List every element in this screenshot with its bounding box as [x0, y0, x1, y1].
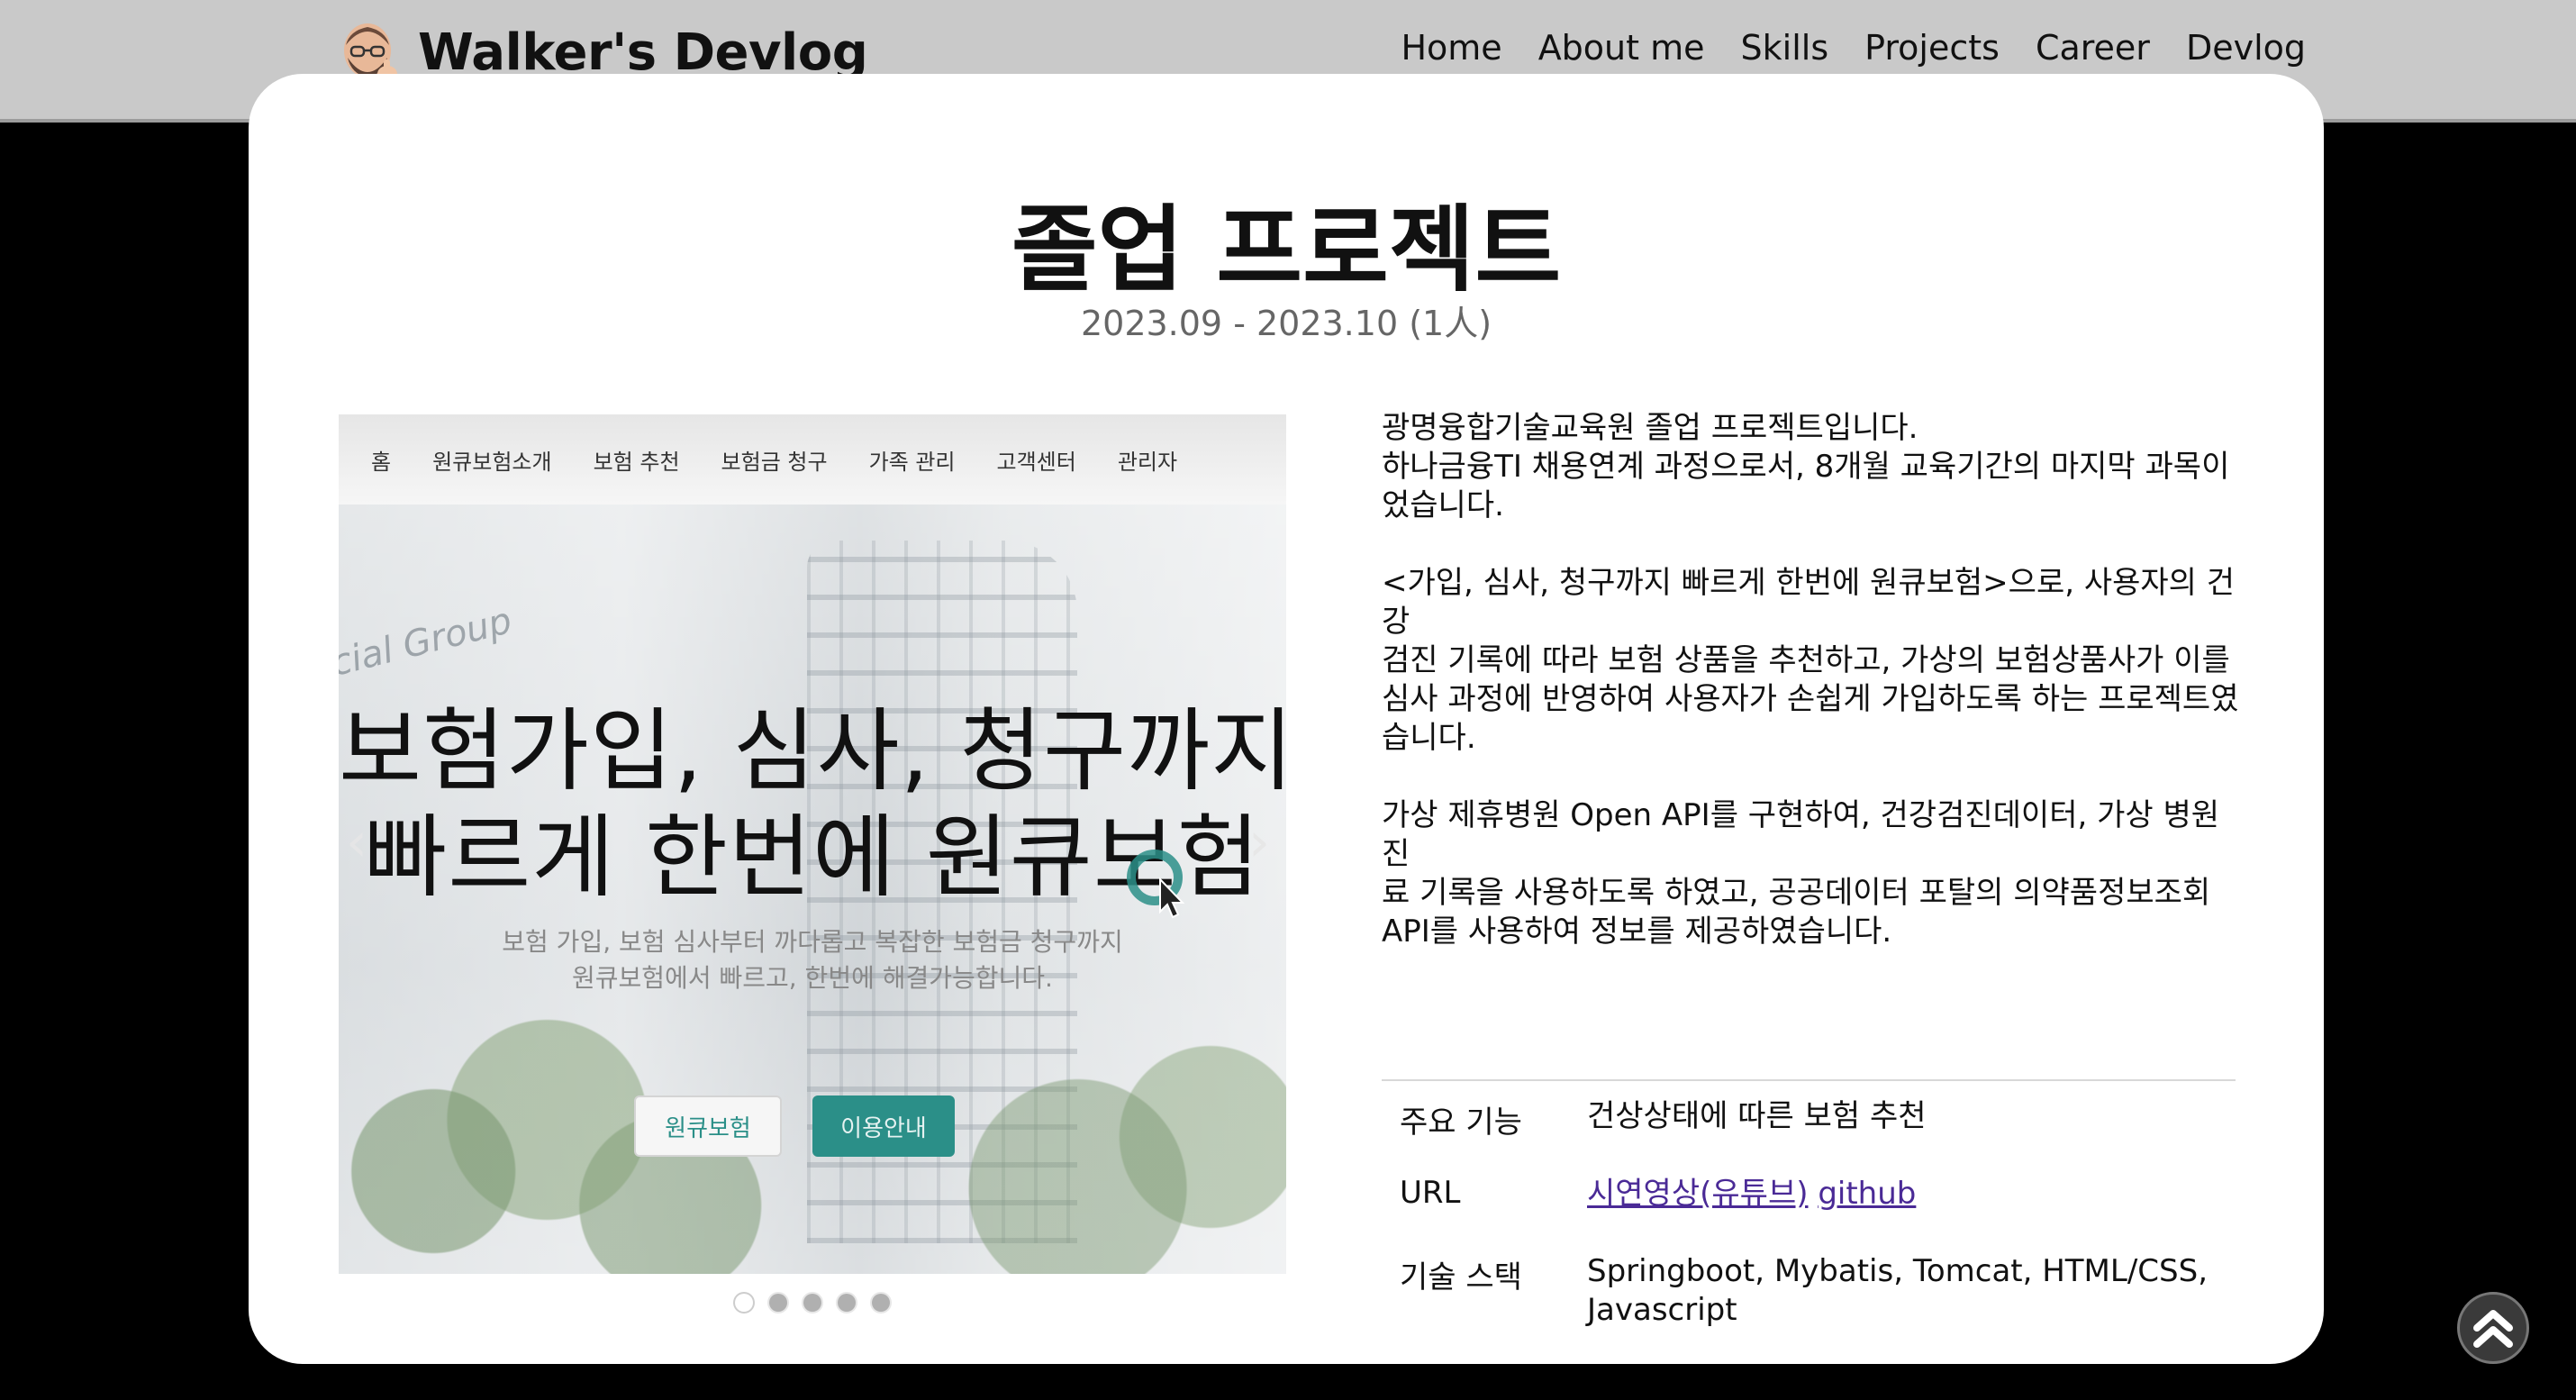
screenshot-nav-item: 가족 관리 [868, 449, 956, 475]
nav-skills[interactable]: Skills [1741, 28, 1829, 68]
screenshot-primary-button: 원큐보험 [634, 1095, 782, 1157]
desc-line: API를 사용하여 정보를 제공하였습니다. [1382, 914, 1892, 950]
info-label: 기술 스택 [1400, 1259, 1522, 1295]
desc-line: 료 기록을 사용하도록 하였고, 공공데이터 포탈의 의약품정보조회 [1382, 875, 2211, 911]
carousel-dot[interactable] [870, 1292, 892, 1314]
project-description: 광명융합기술교육원 졸업 프로젝트입니다. 하나금융TI 채용연계 과정으로서,… [1382, 409, 2246, 990]
info-value: 시연영상(유튜브) github [1587, 1175, 1916, 1252]
screenshot-nav-item: 고객센터 [996, 449, 1076, 475]
scroll-to-top-button[interactable] [2457, 1292, 2529, 1364]
desc-line: 심사 과정에 반영하여 사용자가 손쉽게 가입하도록 하는 프로젝트였 [1382, 681, 2239, 717]
desc-line: 습니다. [1382, 720, 1476, 756]
screenshot-nav-bar: 홈 원큐보험소개 보험 추천 보험금 청구 가족 관리 고객센터 관리자 [339, 414, 1286, 505]
info-row-url: URL 시연영상(유튜브) github [1382, 1175, 2236, 1252]
info-value: 건상상태에 따른 보험 추천 [1587, 1098, 1927, 1134]
screenshot-subtitle-line2: 원큐보험에서 빠르고, 한번에 해결가능합니다. [572, 963, 1053, 993]
desc-line: 었습니다. [1382, 487, 1504, 523]
nav-career[interactable]: Career [2036, 28, 2150, 68]
nav-devlog[interactable]: Devlog [2186, 28, 2306, 68]
youtube-demo-link[interactable]: 시연영상(유튜브) [1587, 1176, 1809, 1212]
screenshot-nav-item: 보험금 청구 [721, 449, 828, 475]
carousel-dot[interactable] [802, 1292, 823, 1314]
double-chevron-up-icon [2473, 1310, 2513, 1348]
building-sign-text: cial Group [339, 599, 516, 686]
loading-ring-icon [1124, 847, 1196, 923]
info-value: Springboot, Mybatis, Tomcat, HTML/CSS, J… [1587, 1252, 2208, 1342]
carousel-dot[interactable] [733, 1292, 755, 1314]
desc-line: 하나금융TI 채용연계 과정으로서, 8개월 교육기간의 마지막 과목이 [1382, 449, 2230, 485]
desc-line: 검진 기록에 따라 보험 상품을 추천하고, 가상의 보험상품사가 이를 [1382, 642, 2230, 678]
screenshot-nav-item: 홈 [371, 449, 392, 475]
nav-about-me[interactable]: About me [1538, 28, 1705, 68]
project-title: 졸업 프로젝트 [1011, 195, 1562, 305]
carousel-dot[interactable] [836, 1292, 857, 1314]
project-info-table: 주요 기능 건상상태에 따른 보험 추천 URL 시연영상(유튜브) githu… [1382, 1079, 2236, 1342]
desc-line: 가상 제휴병원 Open API를 구현하여, 건강검진데이터, 가상 병원 진 [1382, 797, 2220, 872]
info-label: 주요 기능 [1400, 1105, 1522, 1141]
screenshot-guide-button: 이용안내 [812, 1095, 955, 1157]
info-row-stack: 기술 스택 Springboot, Mybatis, Tomcat, HTML/… [1382, 1252, 2236, 1342]
brand-title: Walker's Devlog [418, 23, 868, 82]
info-row-feature: 주요 기능 건상상태에 따른 보험 추천 [1382, 1097, 2236, 1175]
nav-home[interactable]: Home [1401, 28, 1501, 68]
carousel-dot[interactable] [767, 1292, 789, 1314]
project-card: 졸업 프로젝트 2023.09 - 2023.10 (1人) cial Grou… [249, 74, 2324, 1364]
stack-line: Javascript [1587, 1292, 1737, 1328]
screenshot-nav-item: 원큐보험소개 [432, 449, 552, 475]
stack-line: Springboot, Mybatis, Tomcat, HTML/CSS, [1587, 1253, 2208, 1289]
screenshot-nav-item: 보험 추천 [593, 449, 680, 475]
nav-projects[interactable]: Projects [1864, 28, 2000, 68]
carousel-next-arrow[interactable]: › [1248, 811, 1270, 874]
project-period: 2023.09 - 2023.10 (1人) [1080, 304, 1492, 343]
github-link[interactable]: github [1818, 1176, 1916, 1212]
info-label: URL [1400, 1175, 1461, 1211]
main-nav: Home About me Skills Projects Career Dev… [1401, 20, 2306, 76]
screenshot-nav-item: 관리자 [1117, 449, 1178, 475]
carousel-prev-arrow[interactable]: ‹ [346, 811, 367, 874]
project-screenshot-carousel[interactable]: cial Group 홈 원큐보험소개 보험 추천 보험금 청구 가족 관리 고… [339, 414, 1286, 1274]
screenshot-subtitle-line1: 보험 가입, 보험 심사부터 까다롭고 복잡한 보험금 청구까지 [502, 927, 1123, 957]
desc-line: 광명융합기술교육원 졸업 프로젝트입니다. [1382, 410, 1918, 446]
desc-line: <가입, 심사, 청구까지 빠르게 한번에 원큐보험>으로, 사용자의 건강 [1382, 565, 2236, 640]
